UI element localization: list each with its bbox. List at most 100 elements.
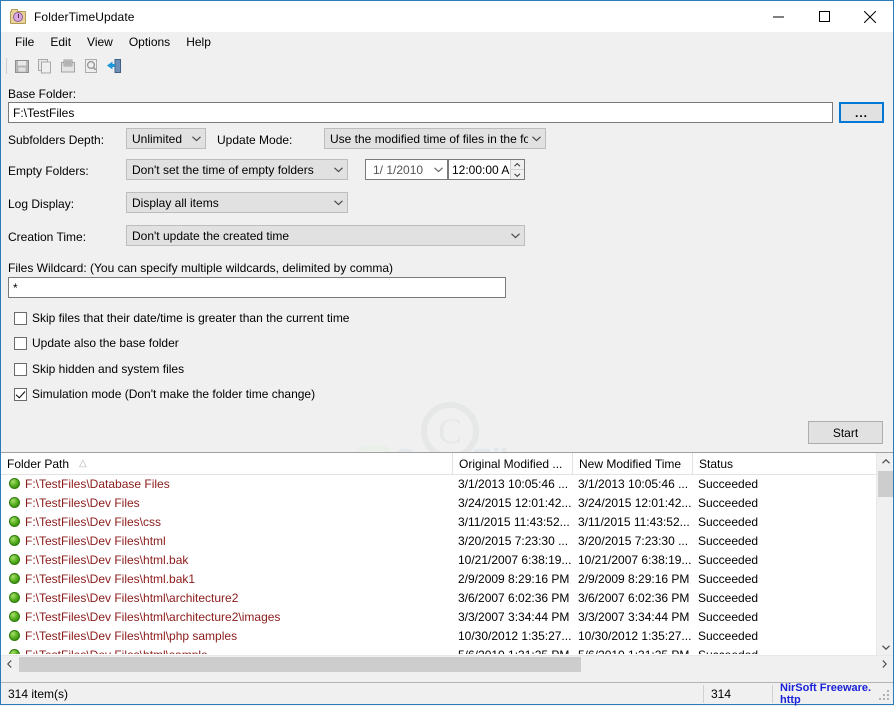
time-picker[interactable]: 12:00:00 AI — [448, 159, 525, 180]
table-row[interactable]: F:\TestFiles\Dev Files\html.bak 10/21/20… — [1, 550, 877, 569]
creation-time-value: Don't update the created time — [132, 228, 290, 243]
scroll-right-icon[interactable] — [876, 656, 893, 673]
column-label: Folder Path — [7, 456, 70, 471]
status-bar: 314 item(s) 314 NirSoft Freeware. http — [1, 682, 893, 706]
update-mode-value: Use the modified time of files in the fo… — [330, 131, 528, 146]
window-title: FolderTimeUpdate — [34, 9, 135, 24]
date-value: 1/ 1/2010 — [373, 162, 424, 177]
menu-bar: File Edit View Options Help — [1, 32, 893, 53]
table-row[interactable]: F:\TestFiles\Dev Files 3/24/2015 12:01:4… — [1, 493, 877, 512]
cell-status: Succeeded — [698, 628, 759, 643]
column-label: Original Modified ... — [459, 456, 563, 471]
status-dot-icon — [9, 611, 20, 622]
checkbox-simulation-mode[interactable]: Simulation mode (Don't make the folder t… — [14, 387, 315, 401]
resize-grip-icon[interactable] — [879, 690, 891, 702]
folder-clock-icon — [10, 8, 26, 25]
menu-view[interactable]: View — [79, 33, 121, 52]
list-body[interactable]: F:\TestFiles\Database Files 3/1/2013 10:… — [1, 474, 877, 654]
column-label: New Modified Time — [579, 456, 682, 471]
column-header-status[interactable]: Status — [693, 453, 877, 474]
cell-new-modified: 3/24/2015 12:01:42... — [578, 495, 692, 510]
checkbox-box[interactable] — [14, 311, 27, 325]
base-folder-input[interactable]: F:\TestFiles — [8, 102, 833, 123]
cell-status: Succeeded — [698, 552, 759, 567]
checkbox-label: Update also the base folder — [32, 336, 179, 350]
cell-status: Succeeded — [698, 571, 759, 586]
table-row[interactable]: F:\TestFiles\Dev Files\html\sample 5/6/2… — [1, 645, 877, 654]
start-button[interactable]: Start — [808, 421, 883, 444]
column-header-original-modified[interactable]: Original Modified ... — [453, 453, 573, 474]
cell-new-modified: 10/30/2012 1:35:27... — [578, 628, 692, 643]
cell-new-modified: 10/21/2007 6:38:19... — [578, 552, 692, 567]
status-dot-icon — [9, 573, 20, 584]
date-picker[interactable]: 1/ 1/2010 — [365, 159, 448, 180]
checkbox-box[interactable] — [14, 387, 27, 401]
wildcard-input[interactable]: * — [8, 277, 506, 298]
subfolders-depth-label: Subfolders Depth: — [8, 133, 105, 147]
cell-status: Succeeded — [698, 609, 759, 624]
vertical-scrollbar[interactable] — [876, 453, 893, 656]
cell-folder-path: F:\TestFiles\Dev Files\html\php samples — [25, 628, 238, 643]
properties-icon[interactable] — [56, 55, 79, 77]
status-dot-icon — [9, 478, 20, 489]
horizontal-scroll-thumb[interactable] — [19, 657, 581, 672]
cell-folder-path: F:\TestFiles\Dev Files\html\architecture… — [25, 590, 239, 605]
time-spinner[interactable] — [510, 160, 524, 179]
spinner-down-icon[interactable] — [511, 170, 524, 179]
update-mode-select[interactable]: Use the modified time of files in the fo… — [324, 128, 546, 149]
checkbox-skip-hidden-system[interactable]: Skip hidden and system files — [14, 362, 184, 376]
cell-new-modified: 3/3/2007 3:34:44 PM — [578, 609, 690, 624]
title-bar: FolderTimeUpdate — [1, 1, 893, 32]
checkbox-label: Simulation mode (Don't make the folder t… — [32, 387, 316, 401]
find-icon[interactable] — [79, 55, 102, 77]
browse-button[interactable]: ... — [839, 102, 884, 123]
menu-edit[interactable]: Edit — [42, 33, 79, 52]
maximize-icon[interactable] — [801, 1, 847, 32]
table-row[interactable]: F:\TestFiles\Dev Files\html\architecture… — [1, 607, 877, 626]
checkbox-update-base-folder[interactable]: Update also the base folder — [14, 336, 179, 350]
minimize-icon[interactable] — [755, 1, 801, 32]
table-row[interactable]: F:\TestFiles\Dev Files\html 3/20/2015 7:… — [1, 531, 877, 550]
horizontal-scrollbar[interactable] — [1, 655, 893, 672]
table-row[interactable]: F:\TestFiles\Dev Files\html.bak1 2/9/200… — [1, 569, 877, 588]
checkbox-box[interactable] — [14, 362, 27, 376]
checkbox-box[interactable] — [14, 336, 27, 350]
cell-new-modified: 3/11/2015 11:43:52... — [578, 514, 690, 529]
cell-original-modified: 3/24/2015 12:01:42... — [458, 495, 572, 510]
table-row[interactable]: F:\TestFiles\Dev Files\html\architecture… — [1, 588, 877, 607]
scroll-up-icon[interactable] — [877, 453, 893, 470]
spinner-up-icon[interactable] — [511, 160, 524, 170]
copy-icon[interactable] — [33, 55, 56, 77]
table-row[interactable]: F:\TestFiles\Dev Files\css 3/11/2015 11:… — [1, 512, 877, 531]
creation-time-select[interactable]: Don't update the created time — [126, 225, 525, 246]
column-header-folder-path[interactable]: Folder Path △ — [1, 453, 453, 474]
table-row[interactable]: F:\TestFiles\Dev Files\html\php samples … — [1, 626, 877, 645]
scroll-down-icon[interactable] — [877, 639, 893, 656]
time-value: 12:00:00 AI — [452, 162, 510, 177]
cell-status: Succeeded — [698, 648, 876, 655]
chevron-down-icon — [330, 199, 347, 206]
column-header-new-modified[interactable]: New Modified Time — [573, 453, 693, 474]
subfolders-depth-select[interactable]: Unlimited — [126, 128, 206, 149]
checkbox-skip-future-files[interactable]: Skip files that their date/time is great… — [14, 311, 349, 325]
cell-new-modified: 2/9/2009 8:29:16 PM — [578, 571, 690, 586]
scroll-left-icon[interactable] — [1, 656, 18, 673]
menu-file[interactable]: File — [7, 33, 42, 52]
settings-panel: Base Folder: F:\TestFiles ... Subfolders… — [1, 78, 893, 479]
status-nirsoft-link[interactable]: NirSoft Freeware. http — [773, 682, 893, 706]
log-display-select[interactable]: Display all items — [126, 192, 348, 213]
empty-folders-select[interactable]: Don't set the time of empty folders — [126, 159, 348, 180]
cell-folder-path: F:\TestFiles\Database Files — [25, 476, 170, 491]
update-mode-label: Update Mode: — [217, 133, 293, 147]
menu-help[interactable]: Help — [178, 33, 219, 52]
save-icon[interactable] — [10, 55, 33, 77]
window-controls — [755, 1, 893, 32]
toolbar-separator — [6, 57, 7, 74]
table-row[interactable]: F:\TestFiles\Database Files 3/1/2013 10:… — [1, 474, 877, 493]
exit-icon[interactable] — [102, 55, 125, 77]
close-icon[interactable] — [847, 1, 893, 32]
results-list: Folder Path △ Original Modified ... New … — [1, 452, 893, 672]
menu-options[interactable]: Options — [121, 33, 178, 52]
base-folder-label: Base Folder: — [8, 87, 77, 101]
vertical-scroll-thumb[interactable] — [878, 471, 893, 497]
